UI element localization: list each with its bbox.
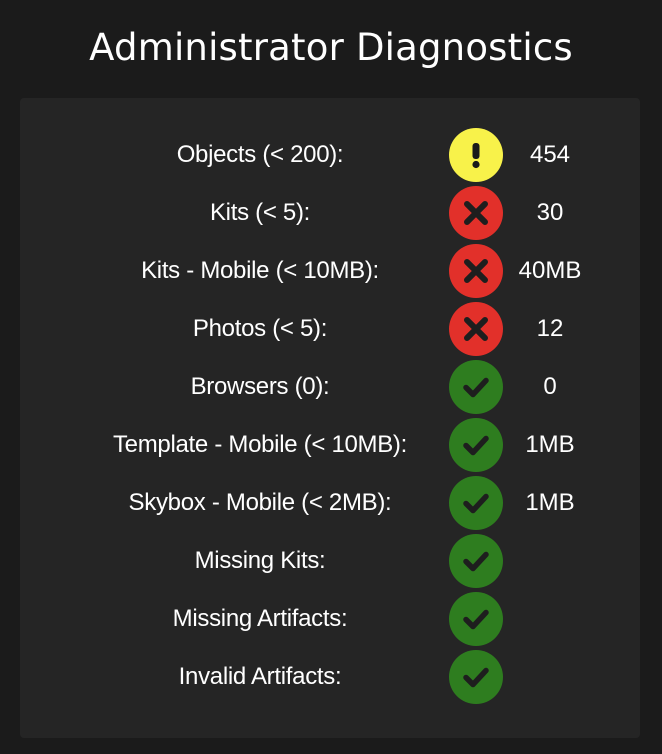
- diagnostic-label: Photos (< 5):: [192, 315, 328, 342]
- diagnostic-row: Kits - Mobile (< 10MB): 40MB: [20, 244, 640, 298]
- diagnostic-row: Missing Artifacts:: [20, 592, 640, 646]
- diagnostics-panel: Objects (< 200): 454 Kits (< 5): 30 Kits - M…: [20, 98, 640, 738]
- diagnostic-row: Browsers (0): 0: [20, 360, 640, 414]
- diagnostic-label: Skybox - Mobile (< 2MB):: [128, 489, 392, 516]
- diagnostic-value: 30: [536, 199, 564, 226]
- diagnostic-label: Objects (< 200):: [176, 141, 344, 168]
- diagnostic-label: Invalid Artifacts:: [178, 663, 342, 690]
- diagnostic-value: [495, 592, 605, 646]
- diagnostic-value: 40MB: [518, 257, 582, 284]
- diagnostic-label: Kits - Mobile (< 10MB):: [141, 257, 379, 284]
- diagnostic-value: 454: [529, 141, 571, 168]
- diagnostic-value: 1MB: [525, 489, 575, 516]
- diagnostic-label: Browsers (0):: [190, 373, 330, 400]
- diagnostic-row: Template - Mobile (< 10MB): 1MB: [20, 418, 640, 472]
- diagnostic-value: 12: [536, 315, 564, 342]
- diagnostic-value: 1MB: [525, 431, 575, 458]
- diagnostic-row: Photos (< 5): 12: [20, 302, 640, 356]
- diagnostic-row: Invalid Artifacts:: [20, 650, 640, 704]
- diagnostic-value: [495, 650, 605, 704]
- diagnostic-label: Kits (< 5):: [209, 199, 311, 226]
- diagnostic-label: Missing Kits:: [194, 547, 326, 574]
- diagnostic-row: Kits (< 5): 30: [20, 186, 640, 240]
- diagnostic-row: Skybox - Mobile (< 2MB): 1MB: [20, 476, 640, 530]
- diagnostic-value: [495, 534, 605, 588]
- diagnostic-row: Objects (< 200): 454: [20, 128, 640, 182]
- diagnostic-value: 0: [543, 373, 557, 400]
- page-title: Administrator Diagnostics: [89, 26, 573, 69]
- diagnostic-label: Template - Mobile (< 10MB):: [112, 431, 407, 458]
- diagnostic-label: Missing Artifacts:: [172, 605, 348, 632]
- diagnostic-row: Missing Kits:: [20, 534, 640, 588]
